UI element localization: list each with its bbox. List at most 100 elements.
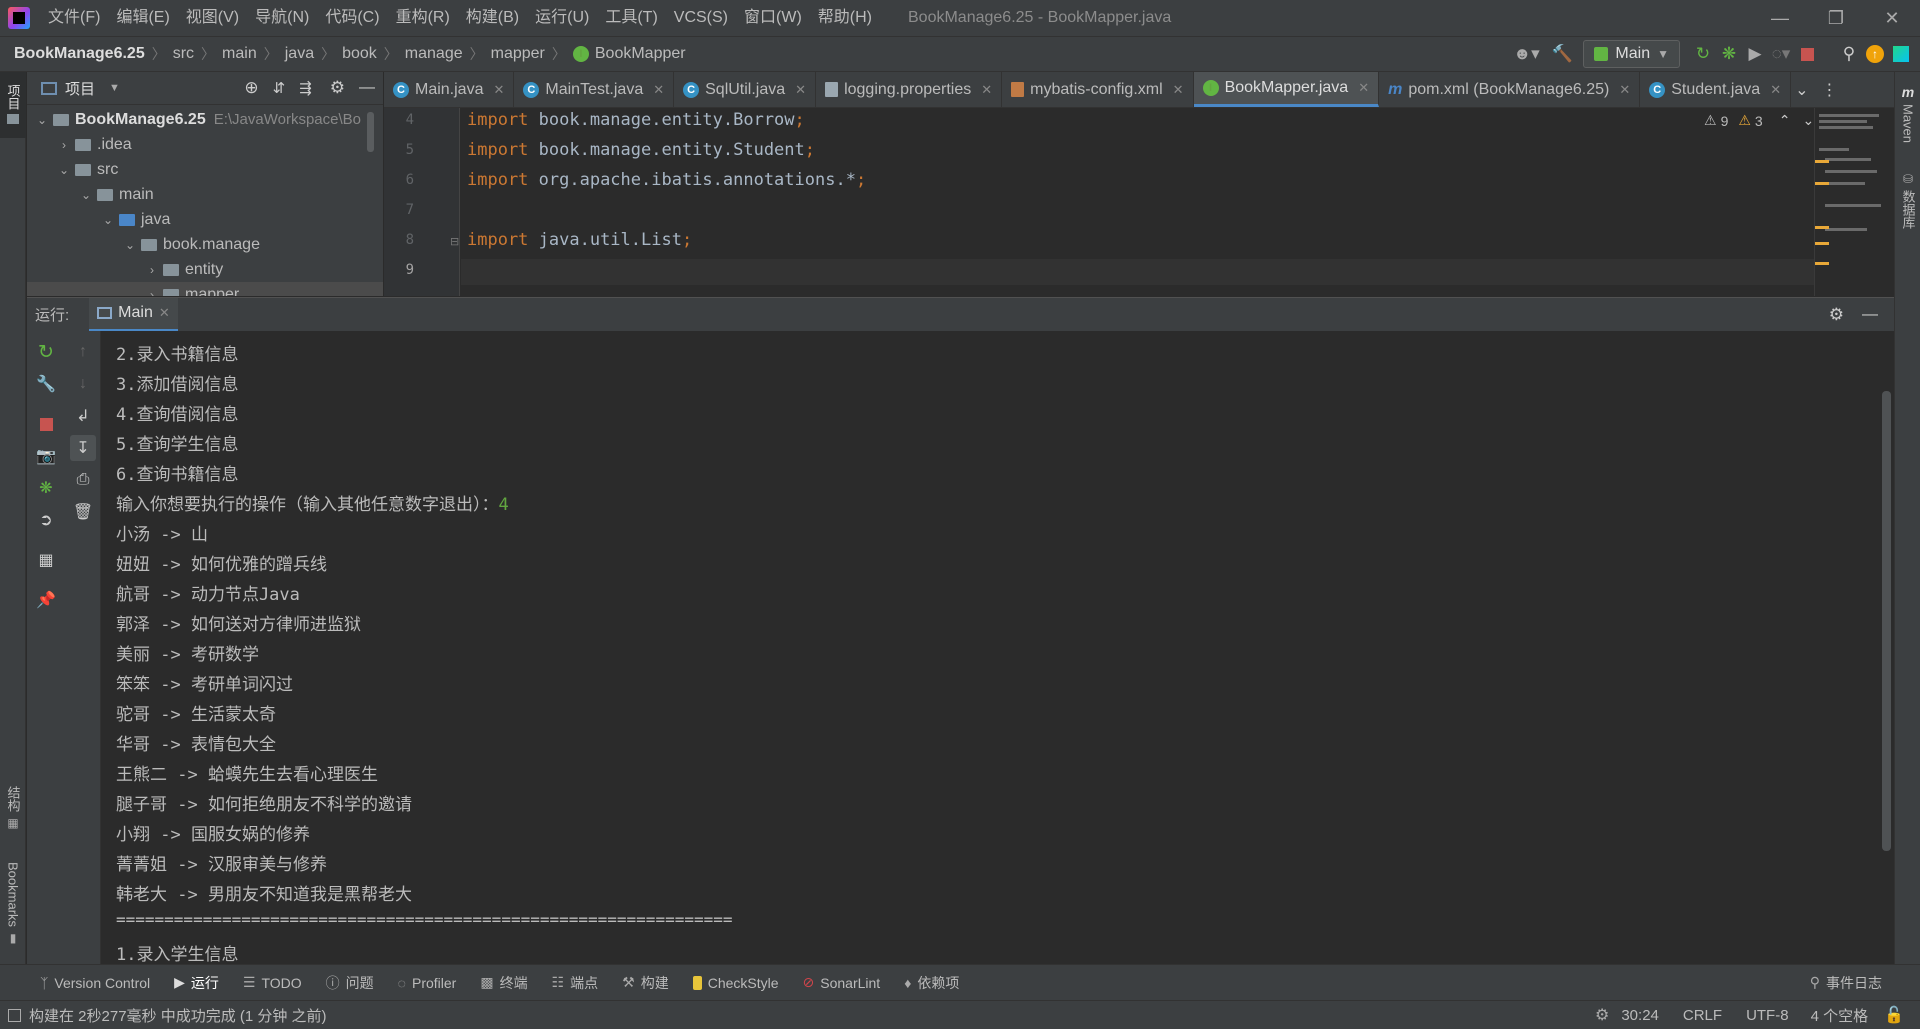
close-icon[interactable]: ✕ [1770, 82, 1781, 98]
exit-icon[interactable]: ➲ [33, 507, 59, 533]
jetbrains-toolbox-icon[interactable] [1888, 41, 1914, 67]
tool-build[interactable]: ⚒ 构建 [622, 973, 669, 993]
tab-mybatis-config-xml[interactable]: mybatis-config.xml ✕ [1002, 72, 1194, 107]
tool-version-control[interactable]: ᛉ Version Control [40, 975, 150, 991]
breadcrumb-project[interactable]: BookManage6.25 [14, 45, 145, 63]
breadcrumb-bookmapper[interactable]: BookMapper [595, 45, 686, 63]
coverage-icon[interactable]: ▶ [1742, 41, 1768, 67]
camera-icon[interactable]: 📷 [33, 443, 59, 469]
print-icon[interactable]: ⎙ [70, 467, 96, 493]
tab-maintest-java[interactable]: C MainTest.java ✕ [514, 72, 675, 107]
inspection-widget[interactable]: ⚠ 9 ⚠ 3 ⌃ ⌄ [1704, 112, 1814, 129]
debug-icon[interactable]: ❋ [1716, 41, 1742, 67]
bookmarks-tool-button[interactable]: Bookmarks ▮ [0, 862, 26, 945]
tab-student-java[interactable]: C Student.java ✕ [1640, 72, 1792, 107]
tool-event-log[interactable]: ⚲ 事件日志 [1810, 973, 1882, 993]
stop-icon[interactable] [33, 411, 59, 437]
run-tab-main[interactable]: Main ✕ [89, 297, 178, 332]
maven-tool-button[interactable]: m Maven [1895, 84, 1920, 143]
run-config-selector[interactable]: Main ▼ [1583, 40, 1680, 68]
tool-profiler[interactable]: ◌ Profiler [398, 975, 457, 991]
close-icon[interactable]: ✕ [493, 82, 504, 98]
tool-sonarlint[interactable]: ⊘ SonarLint [803, 974, 881, 991]
debugger-icon[interactable]: ❋ [33, 475, 59, 501]
status-message[interactable]: 构建在 2秒277毫秒 中成功完成 (1 分钟 之前) [29, 1005, 327, 1026]
gear-icon[interactable]: ⚙ [1829, 305, 1844, 325]
menu-view[interactable]: 视图(V) [178, 0, 247, 36]
tool-terminal[interactable]: ▩ 终端 [480, 973, 527, 993]
user-icon[interactable]: ☻▾ [1509, 41, 1543, 67]
code-editor[interactable]: 4 5 6 7 8 9 ⊟ import book.manage.entity.… [384, 108, 1894, 296]
lock-icon[interactable]: 🔓 [1884, 1005, 1904, 1025]
editor-minimap[interactable] [1814, 108, 1894, 296]
close-icon[interactable]: ✕ [981, 82, 992, 98]
indent-setting[interactable]: 4 个空格 [1811, 1005, 1869, 1026]
menu-navigate[interactable]: 导航(N) [247, 0, 317, 36]
expand-all-icon[interactable]: ⇵ [273, 79, 286, 97]
scroll-to-end-icon[interactable]: ↧ [70, 435, 96, 461]
tool-run[interactable]: ▶ 运行 [174, 973, 219, 993]
stop-icon[interactable] [1794, 41, 1820, 67]
chevron-down-icon[interactable]: ⌄ [1802, 112, 1814, 129]
wrench-icon[interactable]: 🔧 [33, 371, 59, 397]
tool-dependencies[interactable]: ♦ 依赖项 [904, 973, 959, 993]
gear-icon[interactable]: ⚙ [330, 78, 345, 98]
breadcrumb-book[interactable]: book [342, 45, 377, 63]
menu-file[interactable]: 文件(F) [40, 0, 108, 36]
database-tool-button[interactable]: ⛁ 数据库 [1895, 172, 1920, 229]
line-separator[interactable]: CRLF [1683, 1007, 1722, 1024]
tab-options-button[interactable]: ⋮ [1813, 72, 1847, 107]
file-encoding[interactable]: UTF-8 [1746, 1007, 1789, 1024]
tool-checkstyle[interactable]: CheckStyle [692, 975, 779, 991]
close-window-button[interactable]: ✕ [1864, 0, 1920, 36]
tool-endpoints[interactable]: ☷ 端点 [552, 973, 599, 993]
tree-item-entity[interactable]: › entity [27, 257, 383, 282]
breadcrumb-manage[interactable]: manage [405, 45, 463, 63]
chevron-down-icon[interactable]: ⌄ [35, 113, 49, 127]
update-icon[interactable]: ↑ [1862, 41, 1888, 67]
tab-overflow-button[interactable]: ⌄ [1791, 72, 1812, 107]
menu-run[interactable]: 运行(U) [527, 0, 597, 36]
trash-icon[interactable]: 🗑 [70, 499, 96, 525]
tree-item-main[interactable]: ⌄ main [27, 182, 383, 207]
tree-item-book-manage[interactable]: ⌄ book.manage [27, 232, 383, 257]
close-icon[interactable]: ✕ [1619, 82, 1630, 98]
chevron-down-icon[interactable]: ▼ [109, 82, 120, 94]
profile-icon[interactable]: ◌▾ [1768, 41, 1794, 67]
minimize-button[interactable]: — [1752, 0, 1808, 36]
close-icon[interactable]: ✕ [1173, 82, 1184, 98]
arrow-up-icon[interactable]: ↑ [70, 339, 96, 365]
project-tool-button[interactable]: 项目 [0, 72, 26, 138]
menu-window[interactable]: 窗口(W) [736, 0, 810, 36]
pin-icon[interactable]: 📌 [33, 587, 59, 613]
tab-main-java[interactable]: C Main.java ✕ [384, 72, 515, 107]
build-hammer-icon[interactable]: 🔨 [1549, 41, 1575, 67]
soft-wrap-icon[interactable]: ↲ [70, 403, 96, 429]
chevron-down-icon[interactable]: ⌄ [79, 188, 93, 202]
breadcrumb-mapper[interactable]: mapper [491, 45, 545, 63]
tree-item-idea[interactable]: › .idea [27, 132, 383, 157]
console-scrollbar[interactable] [1882, 391, 1891, 851]
chevron-down-icon[interactable]: ⌄ [123, 238, 137, 252]
tree-item-java[interactable]: ⌄ java [27, 207, 383, 232]
chevron-down-icon[interactable]: ⌄ [101, 213, 115, 227]
chevron-right-icon[interactable]: › [145, 288, 159, 297]
restore-button[interactable]: ❐ [1808, 0, 1864, 36]
close-icon[interactable]: ✕ [1358, 80, 1369, 96]
tool-todo[interactable]: ☰ TODO [243, 974, 302, 991]
tab-sqlutil-java[interactable]: C SqlUtil.java ✕ [674, 72, 817, 107]
menu-build[interactable]: 构建(B) [458, 0, 527, 36]
memory-icon[interactable]: ⚙ [1595, 1005, 1609, 1025]
layout-icon[interactable]: ▦ [33, 547, 59, 573]
chevron-right-icon[interactable]: › [57, 138, 71, 152]
tool-problems[interactable]: ⓘ 问题 [326, 973, 374, 993]
fold-icon[interactable]: ⊟ [450, 235, 459, 248]
arrow-down-icon[interactable]: ↓ [70, 371, 96, 397]
tree-item-mapper[interactable]: › mapper [27, 282, 383, 296]
menu-code[interactable]: 代码(C) [317, 0, 387, 36]
tree-item-project-root[interactable]: ⌄ BookManage6.25 E:\JavaWorkspace\Bo [27, 107, 383, 132]
hide-panel-icon[interactable]: — [1862, 306, 1878, 324]
chevron-up-icon[interactable]: ⌃ [1779, 112, 1791, 129]
breadcrumb-src[interactable]: src [173, 45, 194, 63]
chevron-right-icon[interactable]: › [145, 263, 159, 277]
